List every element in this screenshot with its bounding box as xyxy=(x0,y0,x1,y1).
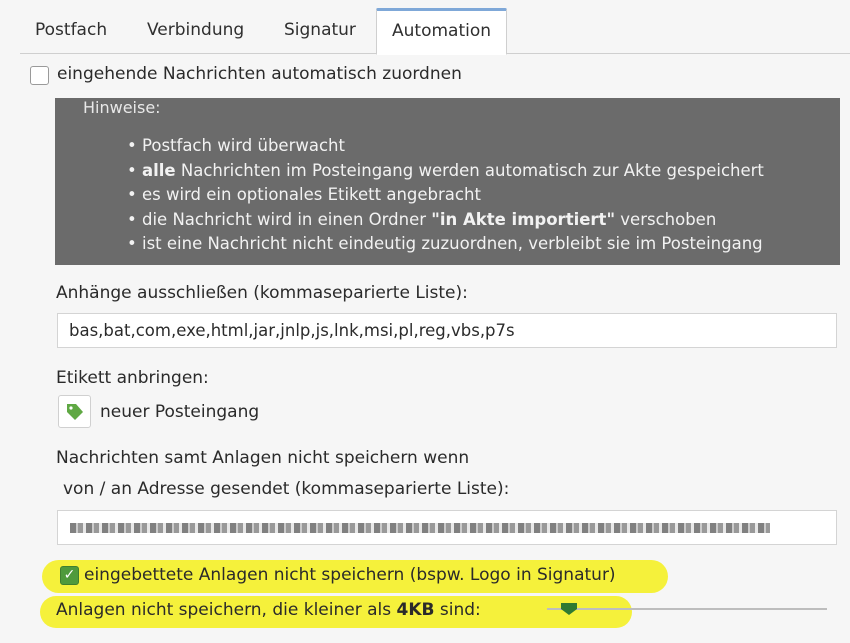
tag-label: Etikett anbringen: xyxy=(56,368,209,388)
hint-item: • alle Nachrichten im Posteingang werden… xyxy=(127,160,764,180)
tag-icon xyxy=(67,404,83,420)
minsize-slider-track[interactable] xyxy=(547,608,827,610)
exclude-input[interactable]: bas,bat,com,exe,html,jar,jnlp,js,lnk,msi… xyxy=(57,313,837,348)
hint-box: Hinweise: • Postfach wird überwacht • al… xyxy=(55,98,840,265)
tab-automation[interactable]: Automation xyxy=(376,8,508,55)
auto-assign-label: eingehende Nachrichten automatisch zuord… xyxy=(57,64,462,84)
embedded-attachments-label: eingebettete Anlagen nicht speichern (bs… xyxy=(84,565,616,585)
minsize-label: Anlagen nicht speichern, die kleiner als… xyxy=(56,600,481,620)
nosave-label-line2: von / an Adresse gesendet (kommaseparier… xyxy=(63,479,510,499)
hint-item: • die Nachricht wird in einen Ordner "in… xyxy=(127,209,717,229)
hint-list: • Postfach wird überwacht • alle Nachric… xyxy=(127,134,764,257)
redacted-address-list xyxy=(70,523,770,533)
hint-title: Hinweise: xyxy=(83,98,161,117)
tab-signatur[interactable]: Signatur xyxy=(269,8,371,54)
exclude-label: Anhänge ausschließen (kommaseparierte Li… xyxy=(56,283,468,303)
tab-verbindung[interactable]: Verbindung xyxy=(132,8,259,54)
tab-bar: Postfach Verbindung Signatur Automation xyxy=(20,8,850,55)
tag-button[interactable] xyxy=(58,395,91,428)
auto-assign-checkbox[interactable] xyxy=(30,66,49,85)
embedded-attachments-checkbox[interactable]: ✓ xyxy=(60,566,79,585)
tab-postfach[interactable]: Postfach xyxy=(20,8,122,54)
minsize-slider-handle[interactable] xyxy=(560,602,578,616)
nosave-address-input[interactable] xyxy=(57,510,837,545)
hint-item: • Postfach wird überwacht xyxy=(127,136,345,155)
nosave-label-line1: Nachrichten samt Anlagen nicht speichern… xyxy=(56,448,470,468)
hint-item: • ist eine Nachricht nicht eindeutig zuz… xyxy=(127,234,763,253)
tag-value: neuer Posteingang xyxy=(100,402,260,422)
hint-item: • es wird ein optionales Etikett angebra… xyxy=(127,185,481,204)
